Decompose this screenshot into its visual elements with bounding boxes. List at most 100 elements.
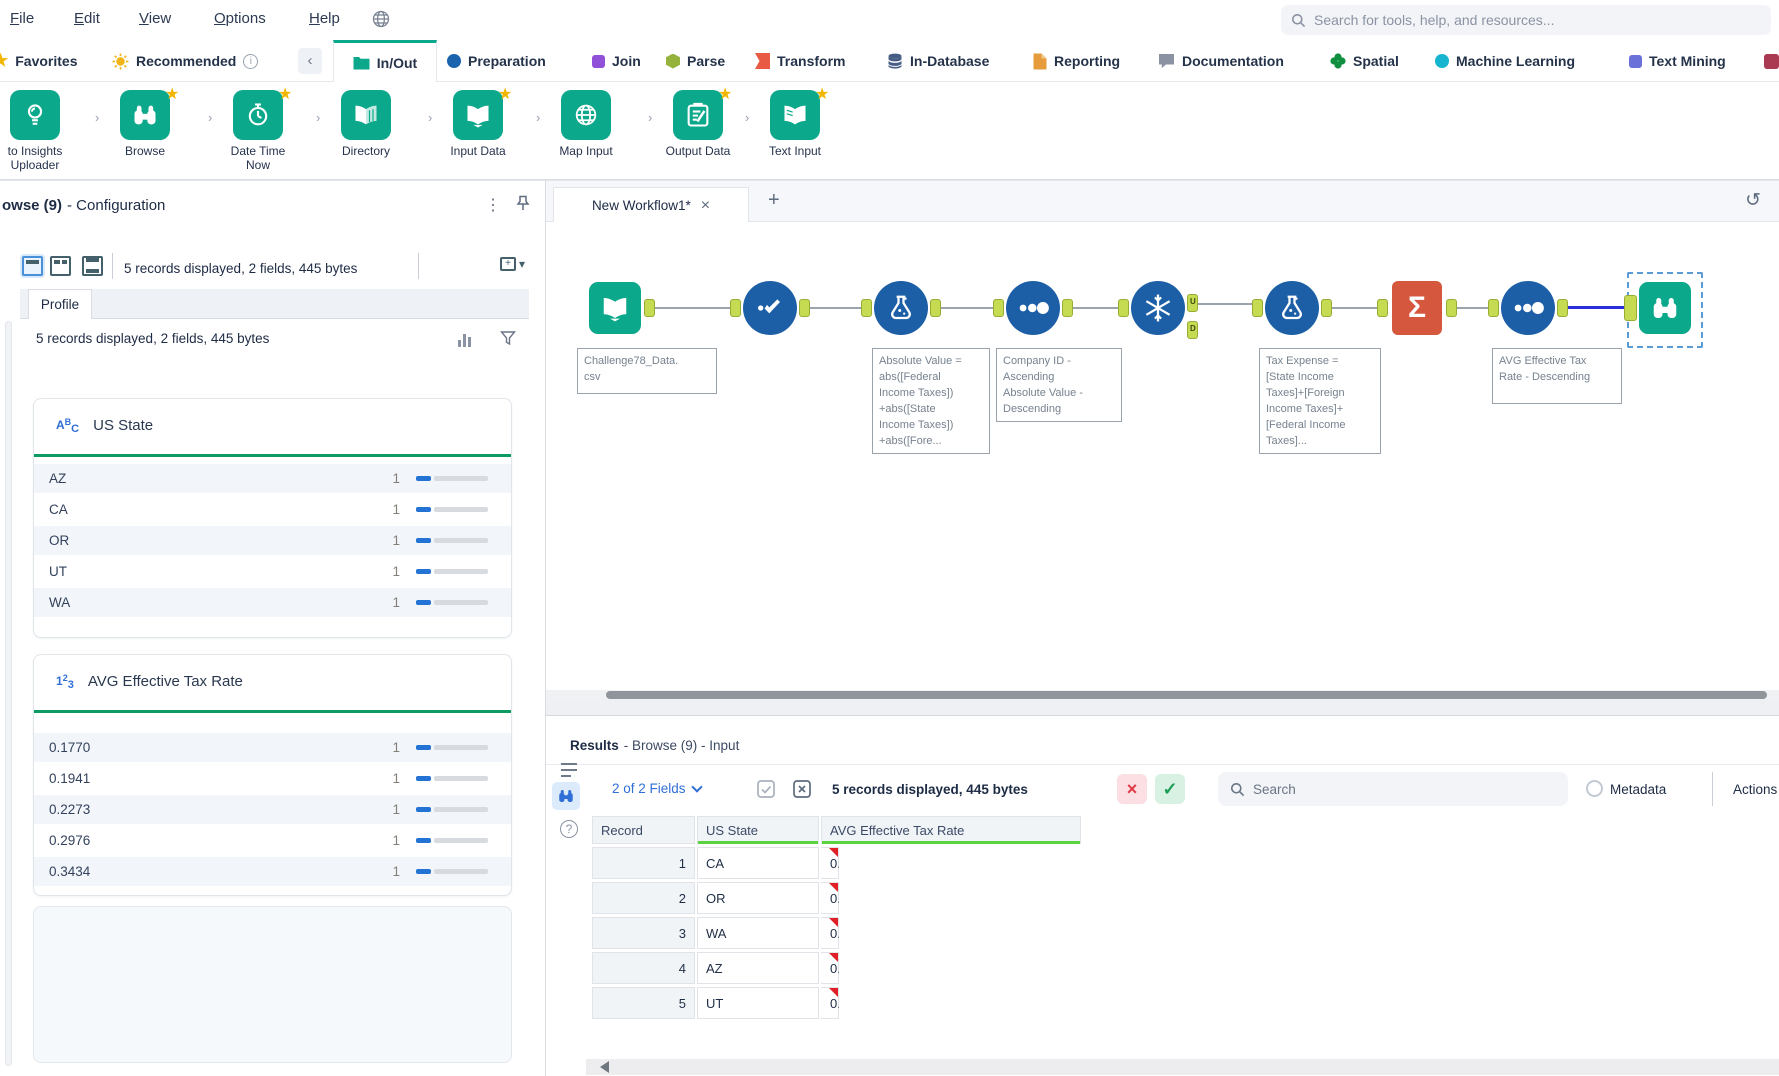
fields-selector-dropdown[interactable]: 2 of 2 Fields bbox=[612, 781, 701, 796]
cell-tax-rate[interactable]: 0.177096 bbox=[821, 987, 839, 1019]
category-parse[interactable]: Parse bbox=[666, 40, 725, 82]
globe-icon[interactable] bbox=[372, 10, 390, 28]
cell-tax-rate[interactable]: 0.297602 bbox=[821, 882, 839, 914]
input-anchor[interactable] bbox=[861, 299, 872, 317]
tool-text-input[interactable]: › ★ Text Input bbox=[749, 90, 841, 158]
workflow-canvas[interactable]: Challenge78_Data. csv Absolute Value = a… bbox=[546, 222, 1779, 700]
input-anchor[interactable] bbox=[993, 299, 1004, 317]
category-tab-inout-selected[interactable]: In/Out bbox=[333, 40, 437, 82]
category-text-mining[interactable]: Text Mining bbox=[1629, 40, 1726, 82]
canvas-horizontal-scrollbar[interactable] bbox=[546, 690, 1779, 700]
profile-row[interactable]: 0.17701 bbox=[34, 733, 511, 762]
input-anchor[interactable] bbox=[1377, 299, 1388, 317]
cell-tax-rate[interactable]: 0.343407 bbox=[821, 847, 839, 879]
close-icon[interactable]: × bbox=[701, 197, 710, 215]
cell-us-state[interactable]: AZ bbox=[697, 952, 819, 984]
browse-view-icon-selected[interactable] bbox=[552, 782, 580, 810]
category-spatial[interactable]: Spatial bbox=[1330, 40, 1399, 82]
node-annotation[interactable]: AVG Effective Tax Rate - Descending bbox=[1492, 348, 1622, 404]
cancel-button[interactable]: × bbox=[1117, 774, 1147, 804]
cell-record[interactable]: 1 bbox=[592, 847, 695, 879]
category-reporting[interactable]: Reporting bbox=[1033, 40, 1120, 82]
results-search[interactable] bbox=[1218, 772, 1568, 806]
menu-options[interactable]: Options bbox=[214, 10, 266, 27]
version-history-icon[interactable]: ↺ bbox=[1745, 189, 1761, 212]
layout-single-pane-button[interactable] bbox=[22, 256, 43, 276]
node-browse[interactable] bbox=[1639, 282, 1691, 334]
profile-row[interactable]: WA1 bbox=[34, 588, 511, 617]
favorite-star-icon[interactable]: ★ bbox=[718, 84, 732, 104]
connection-wire[interactable] bbox=[1073, 307, 1118, 309]
profile-row[interactable]: CA1 bbox=[34, 495, 511, 524]
node-formula-1[interactable] bbox=[874, 281, 928, 335]
node-unique[interactable] bbox=[1131, 281, 1185, 335]
pin-icon[interactable] bbox=[516, 195, 530, 211]
input-anchor[interactable] bbox=[1118, 299, 1129, 317]
column-header-avg-effective-tax-rate[interactable]: AVG Effective Tax Rate bbox=[821, 816, 1081, 844]
output-anchor[interactable] bbox=[799, 299, 810, 317]
metadata-radio[interactable] bbox=[1586, 780, 1603, 797]
cell-record[interactable]: 3 bbox=[592, 917, 695, 949]
input-anchor[interactable] bbox=[1252, 299, 1263, 317]
column-header-record[interactable]: Record bbox=[592, 816, 695, 844]
tool-auto-insights-uploader[interactable]: to Insights Uploader bbox=[0, 90, 81, 172]
unique-output-anchor-d[interactable]: D bbox=[1187, 321, 1198, 339]
output-anchor[interactable] bbox=[1321, 299, 1332, 317]
node-summarize[interactable]: Σ bbox=[1392, 281, 1442, 335]
cell-record[interactable]: 2 bbox=[592, 882, 695, 914]
profile-row[interactable]: OR1 bbox=[34, 526, 511, 555]
output-anchor[interactable] bbox=[644, 299, 655, 317]
category-in-database[interactable]: In-Database bbox=[887, 40, 989, 82]
input-anchor[interactable] bbox=[730, 299, 741, 317]
column-header-us-state[interactable]: US State bbox=[697, 816, 819, 844]
category-machine-learning[interactable]: Machine Learning bbox=[1435, 40, 1575, 82]
input-anchor[interactable] bbox=[1624, 295, 1637, 321]
category-scroll-left-button[interactable]: ‹ bbox=[298, 48, 322, 74]
menu-edit[interactable]: Edit bbox=[74, 10, 100, 27]
profile-row[interactable]: UT1 bbox=[34, 557, 511, 586]
layout-two-rows-button[interactable] bbox=[82, 256, 103, 276]
profile-row[interactable]: 0.22731 bbox=[34, 795, 511, 824]
new-workflow-button[interactable]: + bbox=[768, 189, 780, 212]
cell-us-state[interactable]: OR bbox=[697, 882, 819, 914]
cell-us-state[interactable]: UT bbox=[697, 987, 819, 1019]
tool-input-data[interactable]: › ★ Input Data bbox=[432, 90, 524, 158]
list-view-icon[interactable] bbox=[559, 760, 579, 780]
tool-date-time-now[interactable]: › ★ Date Time Now bbox=[212, 90, 304, 172]
connection-wire[interactable] bbox=[1198, 303, 1252, 305]
node-select[interactable] bbox=[743, 281, 797, 335]
favorite-star-icon[interactable]: ★ bbox=[165, 84, 179, 104]
cell-tax-rate[interactable]: 0.227388 bbox=[821, 917, 839, 949]
profile-row[interactable]: 0.29761 bbox=[34, 826, 511, 855]
open-new-window-button[interactable]: +▾ bbox=[500, 257, 525, 271]
node-annotation[interactable]: Tax Expense = [State Income Taxes]+[Fore… bbox=[1259, 348, 1381, 454]
favorite-star-icon[interactable]: ★ bbox=[815, 84, 829, 104]
unique-output-anchor-u[interactable]: U bbox=[1187, 294, 1198, 312]
connection-wire-selected[interactable] bbox=[1568, 306, 1624, 309]
filter-funnel-icon[interactable] bbox=[500, 330, 516, 346]
cell-us-state[interactable]: WA bbox=[697, 917, 819, 949]
category-preparation[interactable]: Preparation bbox=[447, 40, 546, 82]
tab-new-workflow1[interactable]: New Workflow1* × bbox=[553, 187, 749, 223]
connection-wire[interactable] bbox=[655, 307, 730, 309]
results-horizontal-scrollbar[interactable] bbox=[586, 1059, 1779, 1075]
profile-row[interactable]: AZ1 bbox=[34, 464, 511, 493]
connection-wire[interactable] bbox=[1332, 307, 1377, 309]
kebab-menu-icon[interactable]: ⋮ bbox=[485, 195, 501, 215]
deselect-checkbox-icon[interactable] bbox=[792, 779, 812, 799]
node-formula-2[interactable] bbox=[1265, 281, 1319, 335]
connection-wire[interactable] bbox=[1457, 307, 1488, 309]
tool-directory[interactable]: › Directory bbox=[320, 90, 412, 158]
node-annotation[interactable]: Challenge78_Data. csv bbox=[577, 348, 717, 394]
output-anchor[interactable] bbox=[1557, 299, 1568, 317]
favorite-star-icon[interactable]: ★ bbox=[498, 84, 512, 104]
global-search[interactable] bbox=[1281, 5, 1771, 35]
node-sort-1[interactable] bbox=[1006, 281, 1060, 335]
cell-tax-rate[interactable]: 0.19413 bbox=[821, 952, 839, 984]
help-icon[interactable]: ? bbox=[560, 820, 578, 838]
select-all-checkbox-icon[interactable] bbox=[756, 779, 776, 799]
profile-row[interactable]: 0.19411 bbox=[34, 764, 511, 793]
tool-browse[interactable]: › ★ Browse bbox=[99, 90, 191, 158]
favorite-star-icon[interactable]: ★ bbox=[278, 84, 292, 104]
vertical-scrollbar[interactable] bbox=[5, 321, 12, 1066]
